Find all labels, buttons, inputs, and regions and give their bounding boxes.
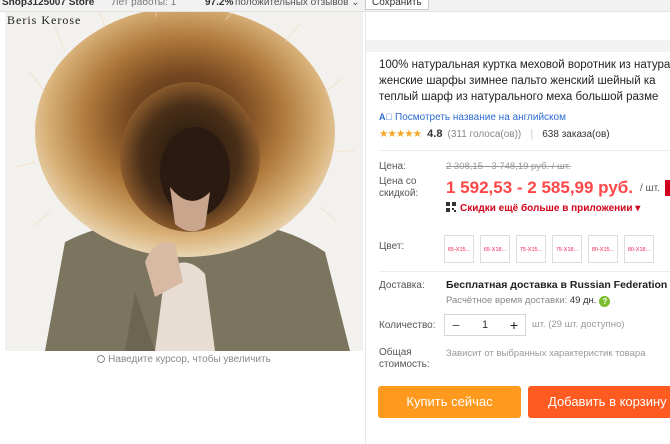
rating-row: ★★★★★ 4.8 (311 голоса(ов)) | 638 заказа(… <box>379 128 610 140</box>
brand-watermark: Beris Kerose <box>7 13 82 27</box>
star-rating-icon: ★★★★★ <box>379 128 422 140</box>
delivery-option[interactable]: Бесплатная доставка в Russian Federation… <box>446 279 670 291</box>
price-unit: / шт. <box>640 183 660 194</box>
app-discount-dropdown[interactable]: Скидки ещё больше в приложении ▾ <box>446 202 640 214</box>
discount-price: 1 592,53 - 2 585,99 руб. <box>446 178 634 197</box>
color-swatch[interactable]: 75-X15... <box>516 235 546 263</box>
zoom-hint-text: Наведите курсор, чтобы увеличить <box>108 354 271 365</box>
quantity-decrease-button[interactable]: − <box>445 315 467 335</box>
section-divider <box>379 150 670 151</box>
translate-icon: A⃝ <box>379 112 393 122</box>
rating-separator: | <box>530 128 534 140</box>
magnifier-icon <box>97 355 106 363</box>
price-label: Цена: <box>379 161 406 172</box>
column-divider <box>365 12 366 444</box>
eta-days: 49 дн. <box>569 295 597 306</box>
original-price: 2 308,15 - 3 748,19 руб. / шт. <box>446 161 571 172</box>
color-swatch[interactable]: 80-X18... <box>624 235 654 263</box>
section-divider <box>379 271 670 272</box>
color-swatch[interactable]: 75-X18... <box>552 235 582 263</box>
delivery-eta: Расчётное время доставки: 49 дн.? <box>446 295 611 307</box>
total-cost-label: Общая стоимость: <box>379 347 430 370</box>
color-swatch[interactable]: 65-X15... <box>444 235 474 263</box>
eta-label: Расчётное время доставки: <box>446 295 568 306</box>
quantity-label: Количество: <box>379 320 436 331</box>
delivery-label: Доставка: <box>379 280 425 291</box>
save-store-button[interactable]: Сохранить <box>365 0 429 10</box>
color-swatch[interactable]: 65-X18... <box>480 235 510 263</box>
votes-link[interactable]: (311 голоса(ов)) <box>448 129 522 140</box>
coupon-tag-edge[interactable] <box>665 180 670 196</box>
discount-price-label: Цена со скидкой: <box>379 176 419 199</box>
add-to-cart-button[interactable]: Добавить в корзину <box>528 386 670 418</box>
product-title-line: 100% натуральная куртка меховой воротник… <box>379 59 670 71</box>
product-main-image[interactable]: Beris Kerose <box>5 12 363 351</box>
orders-count: 638 заказа(ов) <box>542 129 610 140</box>
store-years-label: Лет работы: 1 <box>112 0 177 8</box>
color-swatch[interactable]: 80-X15... <box>588 235 618 263</box>
fur-hood-photo <box>5 12 363 351</box>
translate-title-link[interactable]: A⃝ Посмотреть название на английском <box>379 112 566 123</box>
product-title-line: теплый шарф из натурального меха большой… <box>379 91 659 103</box>
quantity-increase-button[interactable]: + <box>503 315 525 335</box>
product-title: 100% натуральная куртка меховой воротник… <box>379 57 670 105</box>
product-title-line: женские шарфы зимнее пальто женский шейн… <box>379 75 656 87</box>
color-label: Цвет: <box>379 241 405 252</box>
translate-link-text[interactable]: Посмотреть название на английском <box>395 112 566 123</box>
store-name-link[interactable]: Shop3125007 Store <box>2 0 94 9</box>
quantity-stepper: − + <box>444 314 526 336</box>
buy-now-button[interactable]: Купить сейчас <box>378 386 521 418</box>
zoom-hint: Наведите курсор, чтобы увеличить <box>5 354 363 365</box>
app-discount-text[interactable]: Скидки ещё больше в приложении ▾ <box>460 203 640 214</box>
quantity-input[interactable] <box>467 316 503 334</box>
rating-score: 4.8 <box>427 128 443 140</box>
help-icon[interactable]: ? <box>599 296 611 307</box>
stock-available: шт. (29 шт. доступно) <box>532 319 625 330</box>
header-strip <box>366 40 670 52</box>
store-rating-value: 97.2% <box>205 0 234 8</box>
total-cost-value: Зависит от выбранных характеристик товар… <box>446 348 646 359</box>
store-feedback-dropdown[interactable]: положительных отзывов ⌄ <box>235 0 360 9</box>
store-header-bar: Shop3125007 Store Лет работы: 1 97.2% по… <box>0 0 670 12</box>
qr-code-icon <box>446 202 456 212</box>
